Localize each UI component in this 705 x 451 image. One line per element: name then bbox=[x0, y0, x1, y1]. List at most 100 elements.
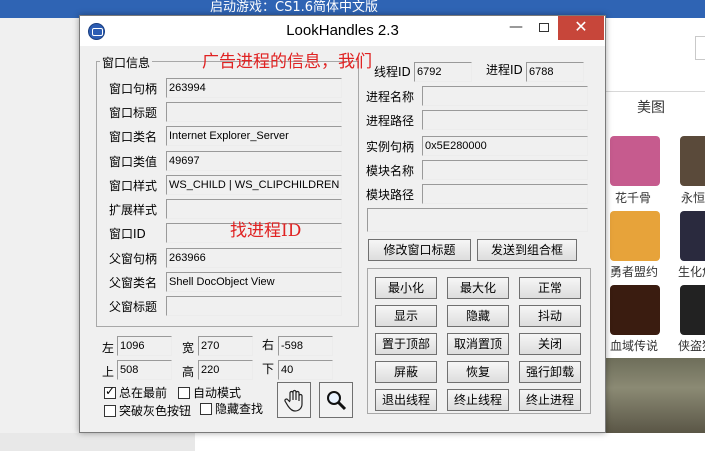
hidden-find-label: 隐藏查找 bbox=[215, 402, 264, 416]
background-left-panel bbox=[0, 18, 80, 451]
label-window-class: 窗口类名 bbox=[109, 130, 158, 144]
game-label[interactable]: 生化危 bbox=[678, 263, 705, 280]
field-bottom[interactable]: 40 bbox=[278, 360, 333, 380]
field-window-style[interactable]: WS_CHILD | WS_CLIPCHILDREN | W bbox=[166, 175, 342, 195]
terminate-thread-button[interactable]: 终止线程 bbox=[447, 389, 509, 411]
label-width: 宽 bbox=[182, 341, 195, 355]
label-top: 上 bbox=[102, 365, 115, 379]
field-module-path[interactable] bbox=[422, 184, 588, 204]
label-right: 右 bbox=[262, 338, 275, 352]
cancel-top-button[interactable]: 取消置顶 bbox=[447, 333, 509, 355]
label-bottom: 下 bbox=[262, 362, 275, 376]
send-to-combo-button[interactable]: 发送到组合框 bbox=[477, 239, 577, 261]
terminate-process-button[interactable]: 终止进程 bbox=[519, 389, 581, 411]
background-tab-meitu[interactable]: 美图 bbox=[637, 97, 665, 117]
field-right[interactable]: -598 bbox=[278, 336, 333, 356]
auto-mode-checkbox[interactable]: 自动模式 bbox=[178, 384, 241, 401]
window-info-title: 窗口信息 bbox=[100, 54, 153, 71]
break-gray-checkbox[interactable]: 突破灰色按钮 bbox=[104, 402, 191, 419]
normal-window-button[interactable]: 正常 bbox=[519, 277, 581, 299]
label-module-path: 模块路径 bbox=[366, 188, 415, 202]
field-process-path[interactable] bbox=[422, 110, 588, 130]
hidden-find-checkbox[interactable]: 隐藏查找 bbox=[200, 400, 263, 417]
checkbox-box[interactable] bbox=[104, 384, 116, 399]
field-parent-title[interactable] bbox=[166, 296, 342, 316]
field-window-class[interactable]: Internet Explorer_Server bbox=[166, 126, 342, 146]
game-label[interactable]: 血域传说 bbox=[610, 337, 658, 354]
modify-title-button[interactable]: 修改窗口标题 bbox=[368, 239, 471, 261]
maximize-icon bbox=[539, 23, 549, 32]
magnifier-button[interactable] bbox=[319, 382, 353, 418]
field-top[interactable]: 508 bbox=[117, 360, 172, 380]
force-unload-button[interactable]: 强行卸载 bbox=[519, 361, 581, 383]
field-parent-class[interactable]: Shell DocObject View bbox=[166, 272, 342, 292]
label-parent-title: 父窗标题 bbox=[109, 300, 158, 314]
field-process-name[interactable] bbox=[422, 86, 588, 106]
label-thread-id: 线程ID bbox=[374, 65, 411, 79]
background-divider bbox=[605, 91, 705, 92]
bring-to-top-button[interactable]: 置于顶部 bbox=[375, 333, 437, 355]
show-window-button[interactable]: 显示 bbox=[375, 305, 437, 327]
game-tile[interactable] bbox=[610, 136, 660, 186]
checkbox-box[interactable] bbox=[200, 403, 212, 415]
field-window-handle[interactable]: 263994 bbox=[166, 78, 342, 98]
field-parent-handle[interactable]: 263966 bbox=[166, 248, 342, 268]
field-thread-id[interactable]: 6792 bbox=[414, 62, 472, 82]
exit-thread-button[interactable]: 退出线程 bbox=[375, 389, 437, 411]
background-banner-text: 启动游戏：CS1.6简体中文版 bbox=[210, 0, 379, 15]
field-extra-info[interactable] bbox=[367, 208, 588, 232]
label-process-id: 进程ID bbox=[486, 63, 523, 77]
label-window-handle: 窗口句柄 bbox=[109, 82, 158, 96]
label-window-style: 窗口样式 bbox=[109, 179, 158, 193]
hand-icon bbox=[284, 389, 303, 412]
field-window-class-value[interactable]: 49697 bbox=[166, 151, 342, 171]
background-bottom-white bbox=[195, 433, 705, 451]
annotation-top: 广告进程的信息，我们 bbox=[202, 52, 372, 72]
background-game-image bbox=[605, 358, 705, 433]
field-left[interactable]: 1096 bbox=[117, 336, 172, 356]
minimize-button[interactable]: — bbox=[502, 16, 530, 40]
label-process-name: 进程名称 bbox=[366, 90, 415, 104]
field-process-id[interactable]: 6788 bbox=[526, 62, 584, 82]
game-tile[interactable] bbox=[610, 211, 660, 261]
game-tile[interactable] bbox=[680, 285, 705, 335]
break-gray-label: 突破灰色按钮 bbox=[119, 404, 192, 418]
hand-drag-button[interactable] bbox=[277, 382, 311, 418]
game-label[interactable]: 勇者盟约 bbox=[610, 263, 658, 280]
maximize-window-button[interactable]: 最大化 bbox=[447, 277, 509, 299]
label-parent-class: 父窗类名 bbox=[109, 276, 158, 290]
label-parent-handle: 父窗句柄 bbox=[109, 252, 158, 266]
annotation-middle: 找进程ID bbox=[230, 221, 302, 241]
game-tile[interactable] bbox=[680, 211, 705, 261]
label-window-title: 窗口标题 bbox=[109, 106, 158, 120]
field-height[interactable]: 220 bbox=[198, 360, 253, 380]
game-label[interactable]: 花千骨 bbox=[615, 189, 651, 206]
label-left: 左 bbox=[102, 341, 115, 355]
game-label[interactable]: 侠盗猎 bbox=[678, 337, 705, 354]
shake-window-button[interactable]: 抖动 bbox=[519, 305, 581, 327]
maximize-button[interactable] bbox=[530, 16, 558, 40]
checkbox-box[interactable] bbox=[104, 405, 116, 417]
restore-window-button[interactable]: 恢复 bbox=[447, 361, 509, 383]
checkbox-box[interactable] bbox=[178, 387, 190, 399]
field-module-name[interactable] bbox=[422, 160, 588, 180]
field-window-title[interactable] bbox=[166, 102, 342, 122]
game-tile[interactable] bbox=[680, 136, 705, 186]
field-width[interactable]: 270 bbox=[198, 336, 253, 356]
label-window-class-value: 窗口类值 bbox=[109, 155, 158, 169]
close-window-button[interactable]: 关闭 bbox=[519, 333, 581, 355]
label-extended-style: 扩展样式 bbox=[109, 203, 158, 217]
background-search-box[interactable] bbox=[695, 36, 705, 60]
game-label[interactable]: 永恒 bbox=[681, 189, 705, 206]
label-instance-handle: 实例句柄 bbox=[366, 140, 415, 154]
title-bar[interactable]: LookHandles 2.3 — ✕ bbox=[80, 16, 605, 46]
block-window-button[interactable]: 屏蔽 bbox=[375, 361, 437, 383]
hide-window-button[interactable]: 隐藏 bbox=[447, 305, 509, 327]
game-tile[interactable] bbox=[610, 285, 660, 335]
always-on-top-checkbox[interactable]: 总在最前 bbox=[104, 384, 167, 401]
close-button[interactable]: ✕ bbox=[558, 16, 604, 40]
field-instance-handle[interactable]: 0x5E280000 bbox=[422, 136, 588, 156]
auto-mode-label: 自动模式 bbox=[193, 386, 242, 400]
label-window-id: 窗口ID bbox=[109, 227, 146, 241]
minimize-window-button[interactable]: 最小化 bbox=[375, 277, 437, 299]
